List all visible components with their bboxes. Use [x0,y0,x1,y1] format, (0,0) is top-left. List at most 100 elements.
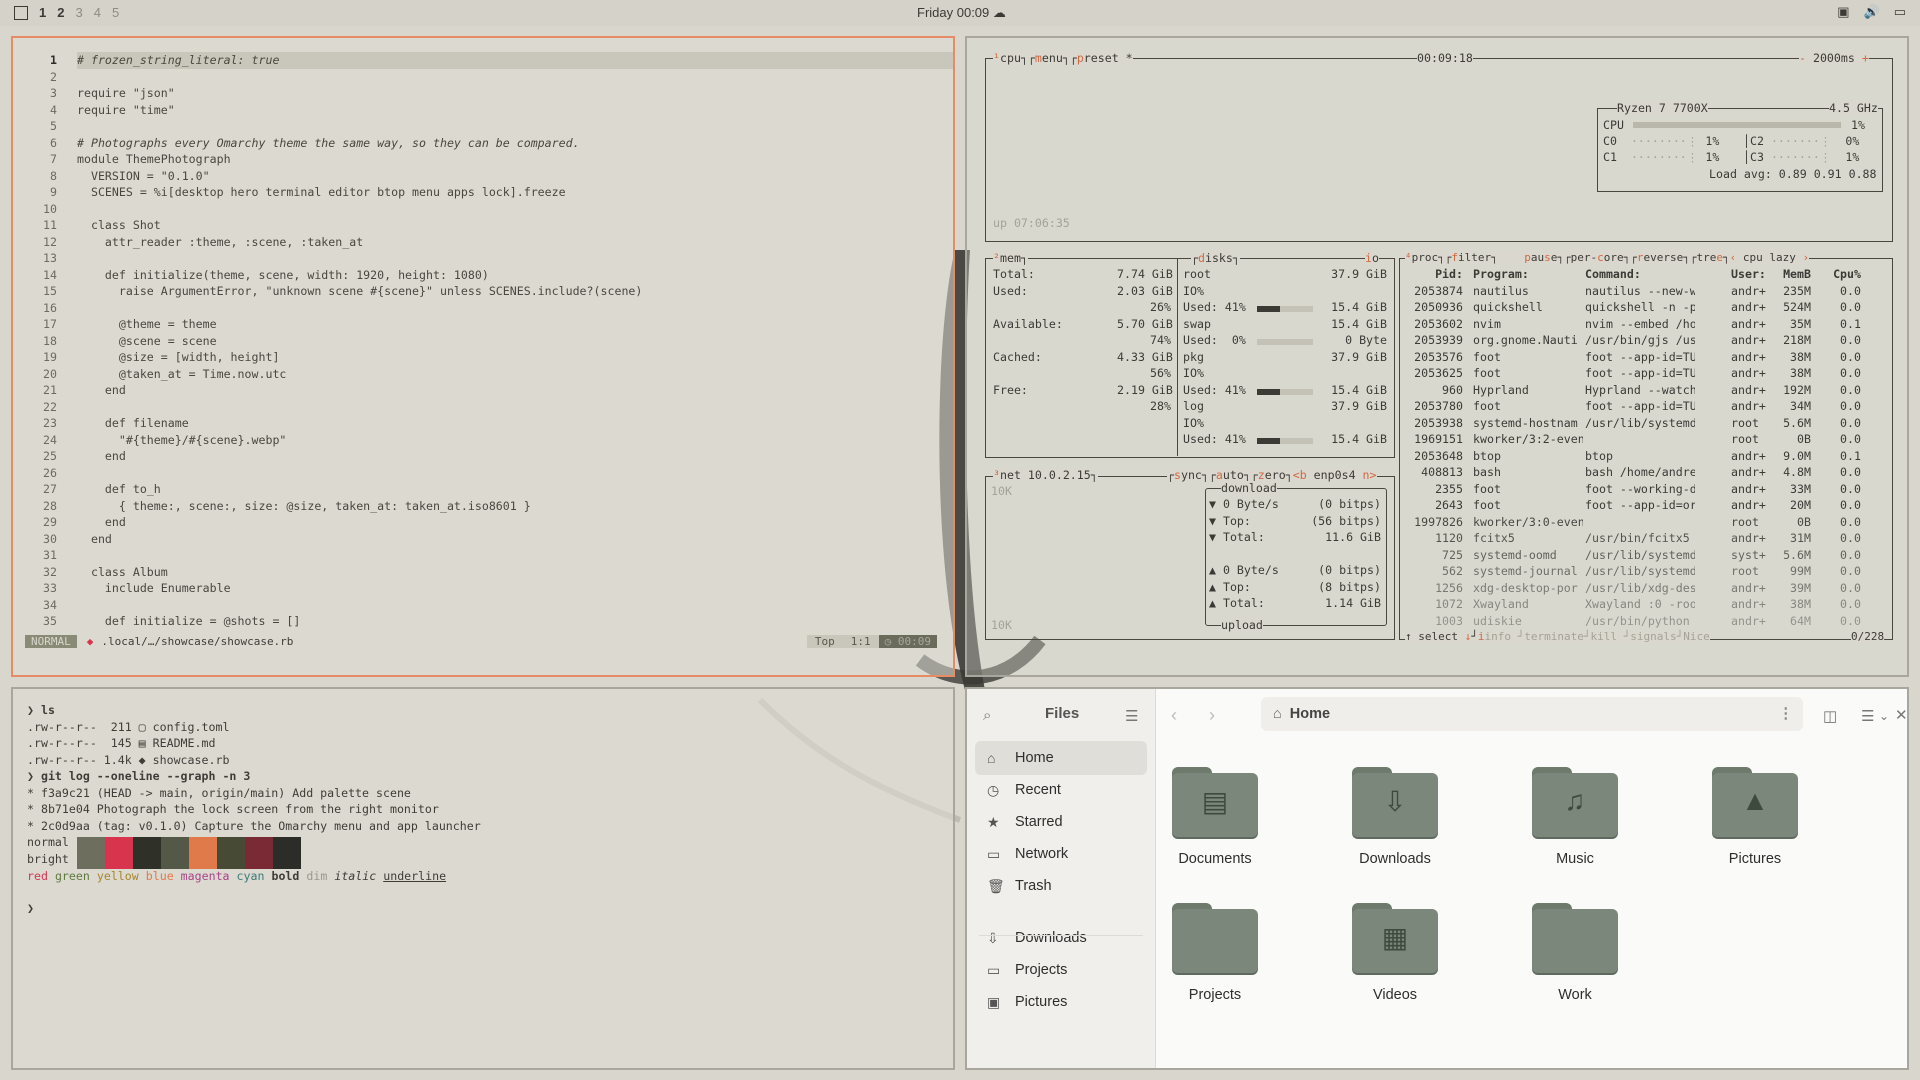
process-cell[interactable]: Xwayland [1473,597,1583,611]
process-cell[interactable]: /usr/lib/systemd/s [1585,564,1695,578]
process-cell[interactable]: 0.0 [1815,284,1861,298]
proc-column-header[interactable]: Cpu% [1815,267,1861,281]
process-cell[interactable]: 2053780 [1407,399,1463,413]
process-cell[interactable]: root [1731,416,1771,430]
process-cell[interactable]: foot [1473,366,1583,380]
sidebar-item-projects[interactable]: ▭ Projects [975,953,1147,987]
code-line[interactable]: 14 def initialize(theme, scene, width: 1… [13,267,953,284]
code-line[interactable]: 30 end [13,531,953,548]
workspace-1[interactable]: 1 [39,5,46,20]
process-cell[interactable]: 960 [1407,383,1463,397]
process-cell[interactable]: 20M [1773,498,1811,512]
process-cell[interactable]: systemd-hostnam [1473,416,1583,430]
folder-work[interactable]: Work [1495,903,1655,1003]
code-line[interactable]: 9 SCENES = %i[desktop hero terminal edit… [13,184,953,201]
folder-music[interactable]: ♫ Music [1495,767,1655,867]
sidebar-item-home[interactable]: ⌂ Home [975,741,1147,775]
proc-footer[interactable]: ↑ select ↓┘iinfo ┘terminate┘kill ┘signal… [1405,630,1710,643]
process-cell[interactable]: 0.0 [1815,515,1861,529]
process-cell[interactable]: systemd-journal [1473,564,1583,578]
process-cell[interactable]: andr+ [1731,581,1771,595]
process-cell[interactable]: andr+ [1731,498,1771,512]
process-cell[interactable]: xdg-desktop-por [1473,581,1583,595]
process-cell[interactable]: andr+ [1731,449,1771,463]
process-cell[interactable]: 1003 [1407,614,1463,628]
process-cell[interactable]: foot [1473,482,1583,496]
list-view-icon[interactable]: ☰ [1861,707,1874,725]
net-controls[interactable]: ┌sync┐┌auto┐┌zero┐<b enp0s4 n> [1167,468,1377,482]
update-interval[interactable]: - 2000ms + [1799,51,1869,65]
code-line[interactable]: 11 class Shot [13,217,953,234]
sidebar-item-network[interactable]: ▭ Network [975,837,1147,871]
process-cell[interactable]: 39M [1773,581,1811,595]
process-cell[interactable]: nautilus [1473,284,1583,298]
process-cell[interactable]: 218M [1773,333,1811,347]
code-line[interactable]: 4 require "time" [13,102,953,119]
process-cell[interactable]: 0.0 [1815,465,1861,479]
code-line[interactable]: 2 [13,69,953,86]
process-cell[interactable]: 0.0 [1815,399,1861,413]
camera-icon[interactable]: ◫ [1823,707,1837,725]
process-cell[interactable]: andr+ [1731,614,1771,628]
clock[interactable]: Friday 00:09 ☁ [917,5,1006,21]
forward-arrow-icon[interactable]: › [1209,705,1215,726]
code-line[interactable]: 20 @taken_at = Time.now.utc [13,366,953,383]
back-arrow-icon[interactable]: ‹ [1171,705,1177,726]
workspace-4[interactable]: 4 [94,5,101,20]
process-cell[interactable]: 1969151 [1407,432,1463,446]
folder-videos[interactable]: ▦ Videos [1315,903,1475,1003]
process-cell[interactable]: nvim --embed /home [1585,317,1695,331]
nvim-window[interactable]: 1 # frozen_string_literal: true 2 3 require … [11,36,955,677]
proc-header[interactable]: ⁴proc┐┌filter┐ pause┐┌per-core┐┌reverse┐… [1405,251,1810,264]
process-cell[interactable]: 2355 [1407,482,1463,496]
workspace-5[interactable]: 5 [112,5,119,20]
process-cell[interactable]: 0.0 [1815,383,1861,397]
process-cell[interactable]: /usr/bin/python /u [1585,614,1695,628]
process-cell[interactable]: btop [1473,449,1583,463]
process-cell[interactable]: andr+ [1731,284,1771,298]
process-cell[interactable]: 0.0 [1815,432,1861,446]
search-icon[interactable]: ⌕ [983,707,991,724]
process-cell[interactable]: root [1731,564,1771,578]
process-cell[interactable]: 2053874 [1407,284,1463,298]
process-cell[interactable]: foot --app-id=TUI. [1585,366,1695,380]
process-cell[interactable]: foot [1473,350,1583,364]
process-cell[interactable]: 725 [1407,548,1463,562]
process-cell[interactable]: foot --working-dir [1585,482,1695,496]
proc-column-header[interactable]: MemB [1773,267,1811,281]
process-cell[interactable]: 0.0 [1815,614,1861,628]
menu-button[interactable]: menu [1035,51,1063,65]
process-cell[interactable]: fcitx5 [1473,531,1583,545]
code-line[interactable]: 12 attr_reader :theme, :scene, :taken_at [13,234,953,251]
code-line[interactable]: 27 def to_h [13,481,953,498]
process-cell[interactable]: andr+ [1731,350,1771,364]
process-cell[interactable]: 1120 [1407,531,1463,545]
code-line[interactable]: 31 [13,547,953,564]
process-cell[interactable]: Hyprland [1473,383,1583,397]
process-cell[interactable]: foot --app-id=TUI. [1585,399,1695,413]
close-icon[interactable]: ✕ [1895,706,1907,724]
io-toggle[interactable]: io [1365,251,1379,265]
code-line[interactable]: 28 { theme:, scene:, size: @size, taken_… [13,498,953,515]
code-line[interactable]: 1 # frozen_string_literal: true [13,52,953,69]
process-cell[interactable]: /usr/lib/systemd/s [1585,416,1695,430]
process-cell[interactable]: 0.0 [1815,564,1861,578]
process-cell[interactable]: 2643 [1407,498,1463,512]
process-cell[interactable]: 524M [1773,300,1811,314]
proc-column-header[interactable]: Pid: [1407,267,1463,281]
process-cell[interactable]: 192M [1773,383,1811,397]
process-cell[interactable]: /usr/bin/fcitx5 -- [1585,531,1695,545]
process-cell[interactable]: Hyprland --watchdo [1585,383,1695,397]
process-cell[interactable]: 2053938 [1407,416,1463,430]
code-line[interactable]: 33 include Enumerable [13,580,953,597]
screen-icon[interactable]: ▣ [1837,4,1849,20]
process-cell[interactable]: 0.0 [1815,300,1861,314]
proc-column-header[interactable]: Program: [1473,267,1583,281]
process-cell[interactable]: 38M [1773,366,1811,380]
sidebar-item-downloads[interactable]: ⇩ Downloads [975,921,1147,955]
volume-icon[interactable]: 🔊 [1864,4,1880,20]
process-cell[interactable]: andr+ [1731,399,1771,413]
process-cell[interactable]: 0B [1773,432,1811,446]
process-cell[interactable]: bash /home/andreas [1585,465,1695,479]
process-cell[interactable]: 9.0M [1773,449,1811,463]
